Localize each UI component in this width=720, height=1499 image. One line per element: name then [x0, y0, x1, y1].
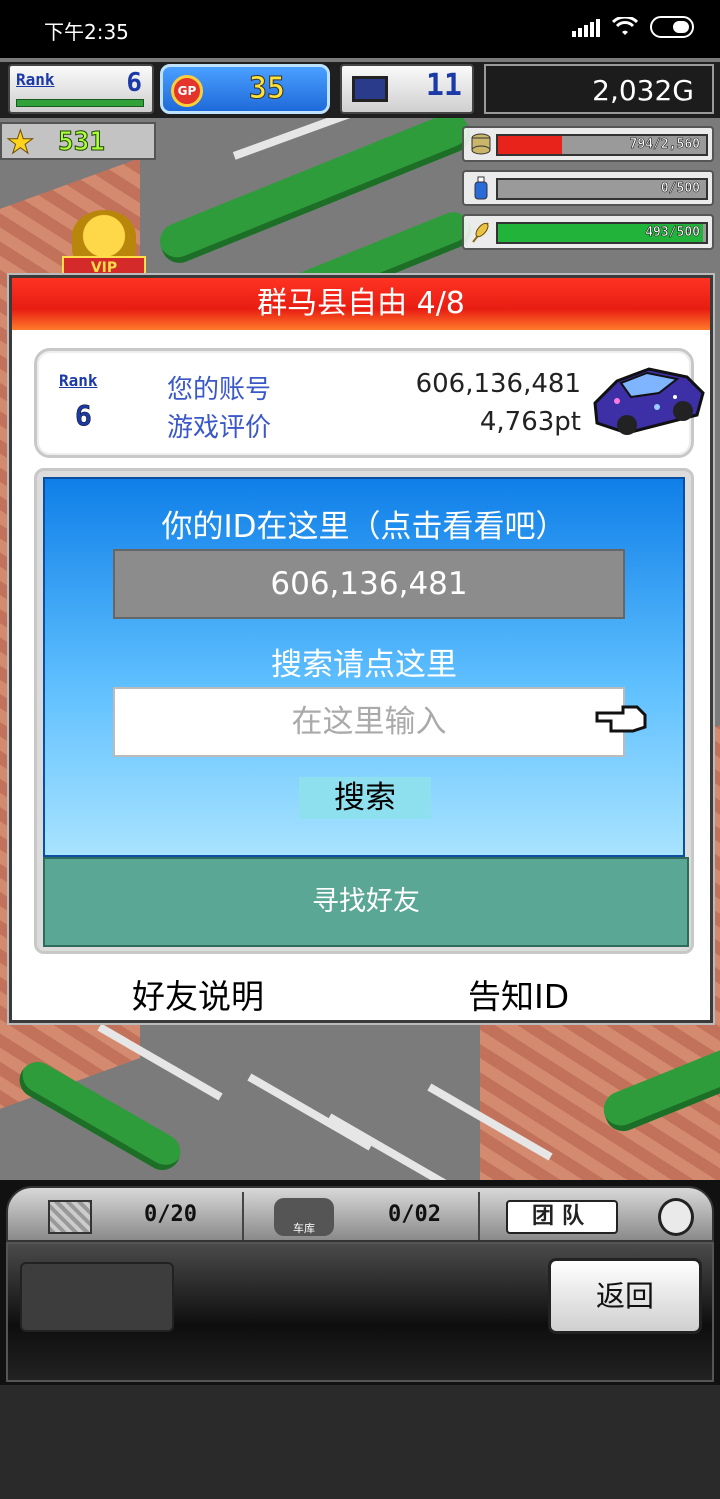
vip-badge[interactable]: VIP	[62, 210, 146, 280]
garage-icon: 车库	[274, 1198, 334, 1236]
empty-slot	[20, 1262, 174, 1332]
friend-help-link[interactable]: 好友说明	[132, 970, 264, 1018]
gp-value: 35	[248, 71, 285, 107]
find-friends-button[interactable]: 寻找好友	[43, 857, 689, 947]
resource-coins: 794/2,560	[462, 126, 714, 162]
battery-icon	[650, 16, 694, 38]
action-bar: 返回	[6, 1242, 714, 1382]
id-hint[interactable]: 你的ID在这里（点击看看吧）	[45, 501, 683, 546]
wheat-text: 493/500	[645, 225, 700, 241]
account-rank-value: 6	[75, 399, 92, 433]
garage-count: 0/02	[388, 1202, 441, 1227]
avatar	[658, 1198, 694, 1236]
computer-counter[interactable]: 11	[340, 64, 474, 114]
storage-count: 0/20	[144, 1202, 197, 1227]
rating-label: 游戏评价	[167, 413, 272, 443]
signal-icon	[572, 17, 600, 37]
resource-bottle: 0/500	[462, 170, 714, 206]
status-time: 下午2:35	[44, 20, 129, 44]
my-id-box[interactable]: 606,136,481	[113, 549, 625, 619]
pointing-hand-icon	[595, 705, 647, 733]
account-rank-label: Rank	[59, 371, 98, 390]
tab-garage[interactable]: 车库 0/02	[244, 1192, 480, 1240]
team-label: 团队	[506, 1200, 618, 1234]
bottle-text: 0/500	[660, 181, 701, 197]
back-button[interactable]: 返回	[548, 1258, 702, 1334]
search-area: 你的ID在这里（点击看看吧） 606,136,481 搜索请点这里 在这里输入 …	[43, 477, 685, 857]
wheat-icon	[472, 222, 489, 243]
star-icon: ★	[6, 123, 36, 161]
tab-team[interactable]: 团队	[480, 1192, 712, 1240]
resource-wheat: 493/500	[462, 214, 714, 250]
rank-value: 6	[126, 68, 142, 98]
gp-counter[interactable]: GP 35	[160, 64, 330, 114]
car-icon	[593, 367, 705, 435]
tab-storage[interactable]: 0/20	[8, 1192, 244, 1240]
friend-dialog: 群马县自由 4/8 Rank 6 您的账号 606,136,481 游戏评价 4…	[9, 275, 713, 1023]
coin-stack-icon	[471, 133, 491, 155]
status-icons	[572, 16, 694, 38]
wifi-icon	[612, 17, 638, 35]
account-id-value: 606,136,481	[415, 369, 581, 399]
bottom-tabs: 0/20 车库 0/02 团队	[6, 1186, 714, 1242]
tell-id-link[interactable]: 告知ID	[468, 970, 569, 1018]
star-counter: ★ 531	[0, 122, 156, 161]
search-hint: 搜索请点这里	[271, 647, 457, 683]
gold-value: 2,032G	[592, 74, 694, 107]
bottom-bar: 0/20 车库 0/02 团队 返回	[0, 1180, 720, 1385]
dialog-title: 群马县自由 4/8	[12, 278, 710, 330]
gold-counter: 2,032G	[484, 64, 714, 114]
account-id-label: 您的账号	[167, 375, 272, 405]
star-value: 531	[58, 127, 106, 158]
storage-box-icon	[48, 1200, 92, 1234]
search-panel: 你的ID在这里（点击看看吧） 606,136,481 搜索请点这里 在这里输入 …	[34, 468, 694, 954]
computer-icon	[352, 76, 388, 102]
rank-label: Rank	[16, 70, 55, 89]
bottle-icon	[474, 176, 488, 200]
gp-coin-icon: GP	[171, 75, 203, 107]
status-bar: 下午2:35	[0, 0, 720, 58]
search-input[interactable]: 在这里输入	[113, 687, 625, 757]
player-rank[interactable]: Rank 6	[8, 64, 154, 114]
rank-progress-bar	[16, 99, 144, 107]
rating-value: 4,763pt	[479, 407, 581, 437]
account-card: Rank 6 您的账号 606,136,481 游戏评价 4,763pt	[34, 348, 705, 458]
search-button[interactable]: 搜索	[299, 777, 431, 819]
coins-text: 794/2,560	[629, 137, 700, 153]
computer-value: 11	[425, 68, 462, 103]
crown-icon	[72, 210, 136, 262]
